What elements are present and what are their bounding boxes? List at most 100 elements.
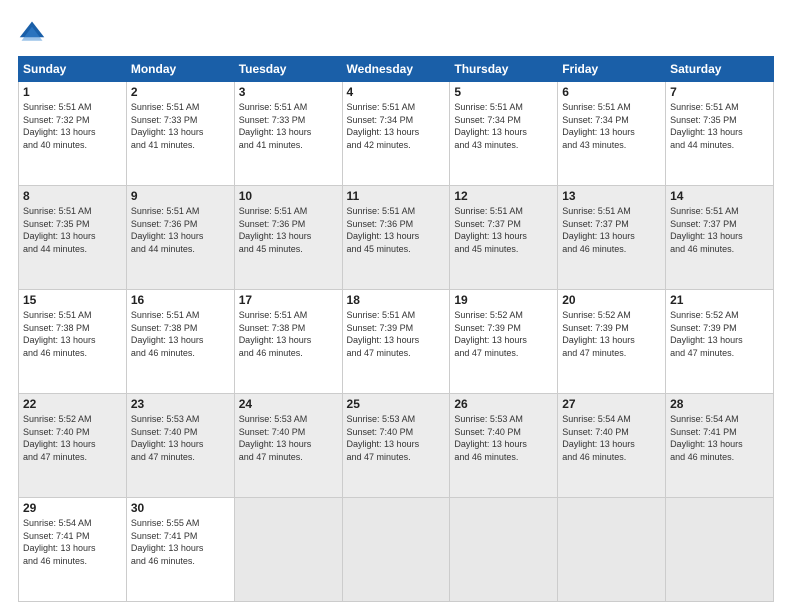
day-cell: 27 Sunrise: 5:54 AMSunset: 7:40 PMDayligh… [558, 394, 666, 498]
logo-icon [18, 18, 46, 46]
day-info: Sunrise: 5:51 AMSunset: 7:39 PMDaylight:… [347, 309, 446, 359]
day-info: Sunrise: 5:51 AMSunset: 7:35 PMDaylight:… [23, 205, 122, 255]
day-cell: 30 Sunrise: 5:55 AMSunset: 7:41 PMDayligh… [126, 498, 234, 602]
day-info: Sunrise: 5:52 AMSunset: 7:39 PMDaylight:… [670, 309, 769, 359]
day-cell: 24 Sunrise: 5:53 AMSunset: 7:40 PMDayligh… [234, 394, 342, 498]
day-cell: 19 Sunrise: 5:52 AMSunset: 7:39 PMDayligh… [450, 290, 558, 394]
logo [18, 18, 50, 46]
day-number: 9 [131, 189, 230, 203]
day-cell: 14Sunrise: 5:51 AMSunset: 7:37 PMDayligh… [666, 186, 774, 290]
day-info: Sunrise: 5:53 AMSunset: 7:40 PMDaylight:… [454, 413, 553, 463]
calendar-table: SundayMondayTuesdayWednesdayThursdayFrid… [18, 56, 774, 602]
day-info: Sunrise: 5:51 AMSunset: 7:37 PMDaylight:… [454, 205, 553, 255]
col-header-tuesday: Tuesday [234, 57, 342, 82]
day-info: Sunrise: 5:51 AMSunset: 7:34 PMDaylight:… [347, 101, 446, 151]
day-number: 16 [131, 293, 230, 307]
week-row-1: 1 Sunrise: 5:51 AMSunset: 7:32 PMDaylight… [19, 82, 774, 186]
day-cell: 23 Sunrise: 5:53 AMSunset: 7:40 PMDayligh… [126, 394, 234, 498]
day-number: 30 [131, 501, 230, 515]
day-number: 25 [347, 397, 446, 411]
day-cell: 1 Sunrise: 5:51 AMSunset: 7:32 PMDaylight… [19, 82, 127, 186]
day-info: Sunrise: 5:51 AMSunset: 7:36 PMDaylight:… [131, 205, 230, 255]
day-number: 20 [562, 293, 661, 307]
day-cell: 21 Sunrise: 5:52 AMSunset: 7:39 PMDayligh… [666, 290, 774, 394]
day-cell: 20 Sunrise: 5:52 AMSunset: 7:39 PMDayligh… [558, 290, 666, 394]
day-cell: 8 Sunrise: 5:51 AMSunset: 7:35 PMDaylight… [19, 186, 127, 290]
col-header-wednesday: Wednesday [342, 57, 450, 82]
day-info: Sunrise: 5:51 AMSunset: 7:38 PMDaylight:… [23, 309, 122, 359]
day-cell: 3 Sunrise: 5:51 AMSunset: 7:33 PMDaylight… [234, 82, 342, 186]
day-info: Sunrise: 5:51 AMSunset: 7:38 PMDaylight:… [239, 309, 338, 359]
day-cell [342, 498, 450, 602]
day-cell: 2 Sunrise: 5:51 AMSunset: 7:33 PMDaylight… [126, 82, 234, 186]
day-cell: 16 Sunrise: 5:51 AMSunset: 7:38 PMDayligh… [126, 290, 234, 394]
day-number: 26 [454, 397, 553, 411]
day-cell: 11 Sunrise: 5:51 AMSunset: 7:36 PMDayligh… [342, 186, 450, 290]
day-number: 2 [131, 85, 230, 99]
col-header-friday: Friday [558, 57, 666, 82]
day-info: Sunrise: 5:53 AMSunset: 7:40 PMDaylight:… [239, 413, 338, 463]
day-cell: 7Sunrise: 5:51 AMSunset: 7:35 PMDaylight… [666, 82, 774, 186]
day-cell: 29 Sunrise: 5:54 AMSunset: 7:41 PMDayligh… [19, 498, 127, 602]
day-number: 6 [562, 85, 661, 99]
col-header-saturday: Saturday [666, 57, 774, 82]
day-cell: 6 Sunrise: 5:51 AMSunset: 7:34 PMDaylight… [558, 82, 666, 186]
day-number: 11 [347, 189, 446, 203]
day-number: 14 [670, 189, 769, 203]
day-info: Sunrise: 5:51 AMSunset: 7:34 PMDaylight:… [562, 101, 661, 151]
day-number: 23 [131, 397, 230, 411]
day-number: 10 [239, 189, 338, 203]
day-number: 21 [670, 293, 769, 307]
week-row-3: 15 Sunrise: 5:51 AMSunset: 7:38 PMDayligh… [19, 290, 774, 394]
day-cell [234, 498, 342, 602]
day-cell: 5 Sunrise: 5:51 AMSunset: 7:34 PMDaylight… [450, 82, 558, 186]
day-number: 17 [239, 293, 338, 307]
day-number: 12 [454, 189, 553, 203]
day-info: Sunrise: 5:51 AMSunset: 7:35 PMDaylight:… [670, 101, 769, 151]
day-number: 15 [23, 293, 122, 307]
day-info: Sunrise: 5:53 AMSunset: 7:40 PMDaylight:… [347, 413, 446, 463]
day-info: Sunrise: 5:51 AMSunset: 7:32 PMDaylight:… [23, 101, 122, 151]
day-info: Sunrise: 5:54 AMSunset: 7:41 PMDaylight:… [23, 517, 122, 567]
day-number: 19 [454, 293, 553, 307]
day-cell: 13Sunrise: 5:51 AMSunset: 7:37 PMDayligh… [558, 186, 666, 290]
day-number: 5 [454, 85, 553, 99]
day-number: 29 [23, 501, 122, 515]
day-info: Sunrise: 5:52 AMSunset: 7:39 PMDaylight:… [454, 309, 553, 359]
day-info: Sunrise: 5:55 AMSunset: 7:41 PMDaylight:… [131, 517, 230, 567]
day-info: Sunrise: 5:51 AMSunset: 7:36 PMDaylight:… [347, 205, 446, 255]
day-info: Sunrise: 5:51 AMSunset: 7:38 PMDaylight:… [131, 309, 230, 359]
day-number: 8 [23, 189, 122, 203]
day-number: 22 [23, 397, 122, 411]
col-header-thursday: Thursday [450, 57, 558, 82]
col-header-sunday: Sunday [19, 57, 127, 82]
day-cell [558, 498, 666, 602]
day-cell [666, 498, 774, 602]
day-info: Sunrise: 5:51 AMSunset: 7:33 PMDaylight:… [239, 101, 338, 151]
day-number: 24 [239, 397, 338, 411]
day-info: Sunrise: 5:51 AMSunset: 7:33 PMDaylight:… [131, 101, 230, 151]
day-cell: 18Sunrise: 5:51 AMSunset: 7:39 PMDayligh… [342, 290, 450, 394]
day-cell: 28Sunrise: 5:54 AMSunset: 7:41 PMDayligh… [666, 394, 774, 498]
day-cell: 4 Sunrise: 5:51 AMSunset: 7:34 PMDaylight… [342, 82, 450, 186]
day-info: Sunrise: 5:52 AMSunset: 7:39 PMDaylight:… [562, 309, 661, 359]
day-cell: 15 Sunrise: 5:51 AMSunset: 7:38 PMDayligh… [19, 290, 127, 394]
day-info: Sunrise: 5:54 AMSunset: 7:40 PMDaylight:… [562, 413, 661, 463]
day-number: 3 [239, 85, 338, 99]
col-header-monday: Monday [126, 57, 234, 82]
day-cell [450, 498, 558, 602]
day-info: Sunrise: 5:52 AMSunset: 7:40 PMDaylight:… [23, 413, 122, 463]
week-row-5: 29 Sunrise: 5:54 AMSunset: 7:41 PMDayligh… [19, 498, 774, 602]
day-cell: 12 Sunrise: 5:51 AMSunset: 7:37 PMDayligh… [450, 186, 558, 290]
day-number: 1 [23, 85, 122, 99]
day-info: Sunrise: 5:53 AMSunset: 7:40 PMDaylight:… [131, 413, 230, 463]
day-number: 4 [347, 85, 446, 99]
day-cell: 17 Sunrise: 5:51 AMSunset: 7:38 PMDayligh… [234, 290, 342, 394]
day-number: 27 [562, 397, 661, 411]
day-info: Sunrise: 5:51 AMSunset: 7:37 PMDaylight:… [562, 205, 661, 255]
day-cell: 9 Sunrise: 5:51 AMSunset: 7:36 PMDaylight… [126, 186, 234, 290]
day-info: Sunrise: 5:51 AMSunset: 7:36 PMDaylight:… [239, 205, 338, 255]
day-info: Sunrise: 5:51 AMSunset: 7:34 PMDaylight:… [454, 101, 553, 151]
page: SundayMondayTuesdayWednesdayThursdayFrid… [0, 0, 792, 612]
week-row-4: 22 Sunrise: 5:52 AMSunset: 7:40 PMDayligh… [19, 394, 774, 498]
